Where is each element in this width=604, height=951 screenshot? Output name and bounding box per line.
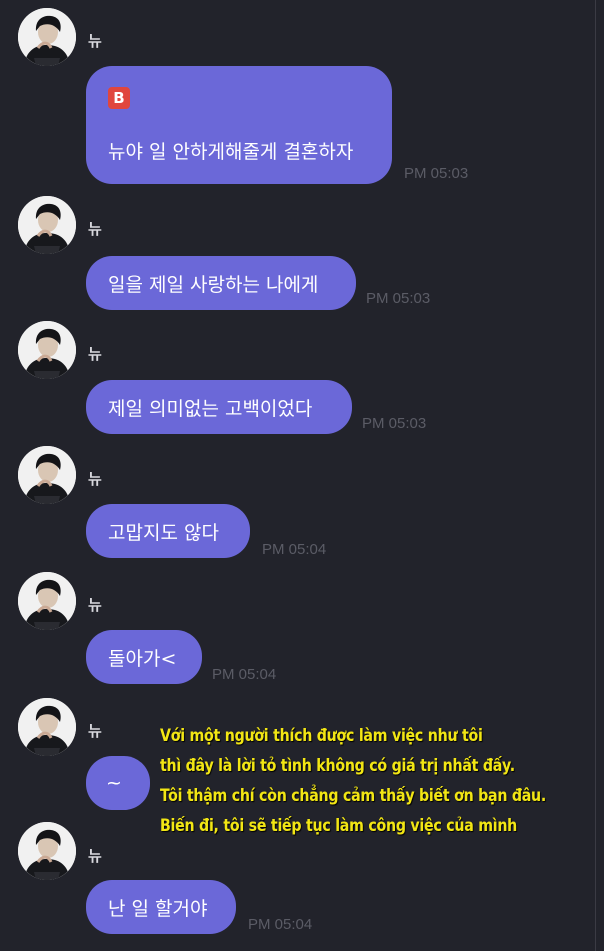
message-text: 고맙지도 않다 (108, 521, 219, 544)
avatar[interactable] (18, 698, 76, 756)
message-timestamp: PM 05:04 (248, 916, 313, 933)
sender-name: 뉴 (88, 345, 102, 363)
subtitle-line: Biến đi, tôi sẽ tiếp tục làm công việc c… (160, 816, 518, 835)
message-bubble[interactable]: 돌아가< (86, 630, 202, 684)
edge-divider (595, 0, 596, 951)
avatar[interactable] (18, 321, 76, 379)
avatar[interactable] (18, 8, 76, 66)
sender-name: 뉴 (88, 722, 102, 740)
message-timestamp: PM 05:03 (366, 290, 431, 307)
sender-name: 뉴 (88, 470, 102, 488)
profile-photo-icon (18, 698, 76, 756)
avatar[interactable] (18, 572, 76, 630)
message-text: 제일 의미없는 고백이었다 (108, 397, 313, 420)
message-text: 일을 제일 사랑하는 나에게 (108, 273, 319, 296)
message-timestamp: PM 05:04 (262, 541, 327, 558)
subtitle-line: Với một người thích được làm việc như tô… (160, 726, 483, 745)
profile-photo-icon (18, 822, 76, 880)
message-bubble[interactable]: 난 일 할거야 (86, 880, 236, 934)
b-badge-icon: B (108, 86, 130, 109)
profile-photo-icon (18, 196, 76, 254)
sender-name: 뉴 (88, 220, 102, 238)
message-bubble[interactable]: 제일 의미없는 고백이었다 (86, 380, 352, 434)
profile-photo-icon (18, 446, 76, 504)
subtitle-overlay: Với một người thích được làm việc như tô… (160, 721, 547, 841)
message-text: 돌아가< (108, 647, 177, 670)
avatar[interactable] (18, 446, 76, 504)
avatar[interactable] (18, 196, 76, 254)
message-bubble[interactable]: 고맙지도 않다 (86, 504, 250, 558)
message-bubble[interactable]: ~ (86, 756, 150, 810)
sender-name: 뉴 (88, 847, 102, 865)
subtitle-line: Tôi thậm chí còn chẳng cảm thấy biết ơn … (160, 786, 547, 805)
profile-photo-icon (18, 8, 76, 66)
message-text: ~ (106, 772, 122, 794)
message-timestamp: PM 05:03 (404, 165, 469, 182)
profile-photo-icon (18, 321, 76, 379)
sender-name: 뉴 (88, 596, 102, 614)
subtitle-line: thì đây là lời tỏ tình không có giá trị … (160, 756, 515, 775)
message-text: 난 일 할거야 (108, 897, 208, 920)
message-text: 뉴야 일 안하게해줄게 결혼하자 (108, 140, 354, 163)
avatar[interactable] (18, 822, 76, 880)
sender-name: 뉴 (88, 32, 102, 50)
message-bubble[interactable]: 일을 제일 사랑하는 나에게 (86, 256, 356, 310)
message-bubble[interactable]: B 뉴야 일 안하게해줄게 결혼하자 (86, 66, 392, 184)
profile-photo-icon (18, 572, 76, 630)
chat-screen: 뉴 B 뉴야 일 안하게해줄게 결혼하자 PM 05:03 뉴 일을 제일 사랑… (0, 0, 604, 951)
message-timestamp: PM 05:04 (212, 666, 277, 683)
message-timestamp: PM 05:03 (362, 415, 427, 432)
